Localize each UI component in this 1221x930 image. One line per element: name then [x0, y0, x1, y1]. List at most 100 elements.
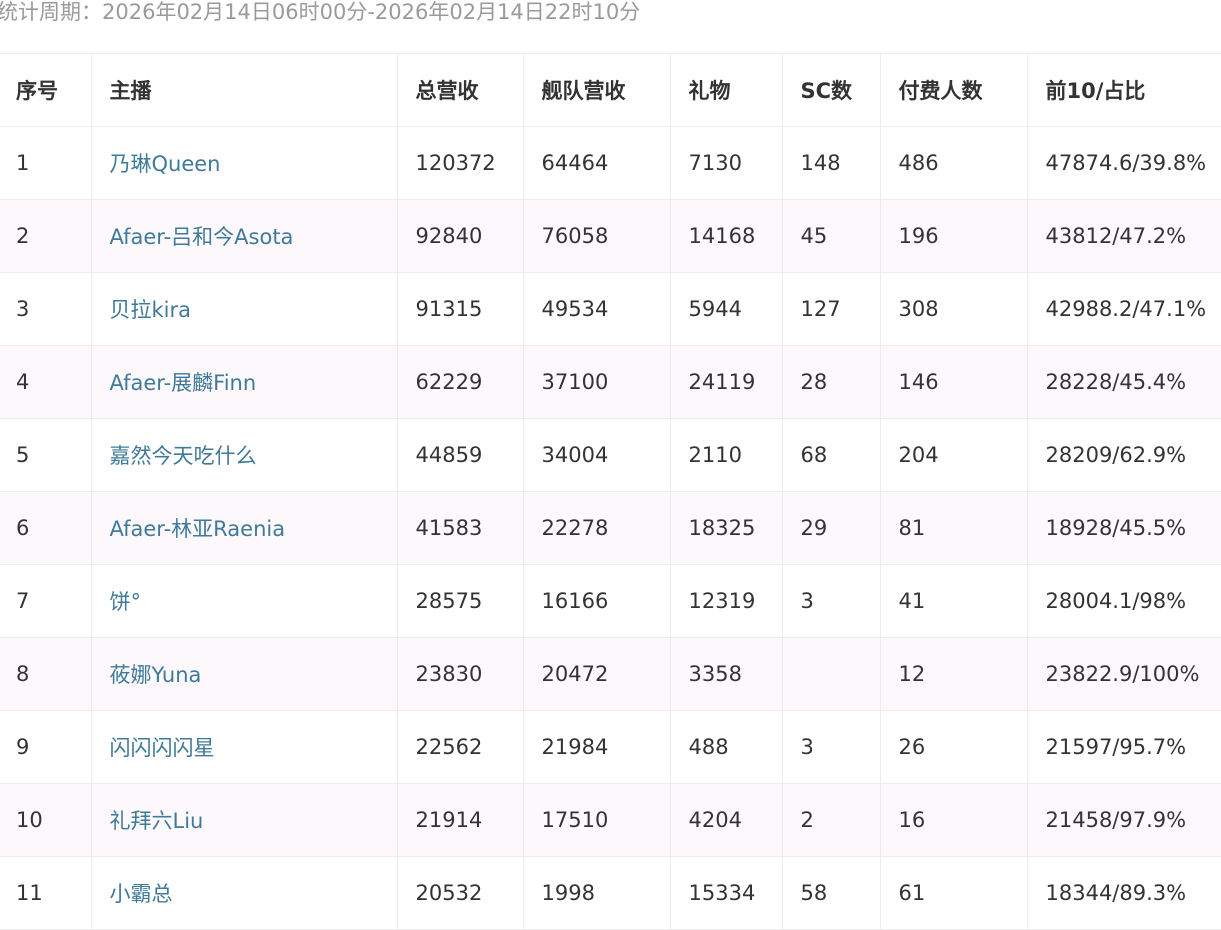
- payer-count-cell: 41: [879, 564, 1028, 638]
- total-revenue-cell: 92840: [396, 199, 524, 273]
- sc-count-cell: 3: [781, 710, 881, 784]
- fleet-revenue-cell: 49534: [522, 272, 671, 346]
- payer-count-cell: 81: [879, 491, 1028, 565]
- table-row: 10 礼拜六Liu 21914 17510 4204 2 16 21458/97…: [0, 783, 1221, 857]
- table-row: 6 Afaer-林亚Raenia 41583 22278 18325 29 81…: [0, 491, 1221, 565]
- rank-cell: 2: [0, 199, 92, 273]
- streamer-link[interactable]: 饼°: [110, 590, 142, 614]
- streamer-cell: 小霸总: [90, 856, 398, 930]
- column-header-sc-count[interactable]: SC数: [781, 53, 881, 127]
- streamer-link[interactable]: 嘉然今天吃什么: [110, 444, 257, 468]
- top10-share-cell: 21458/97.9%: [1026, 783, 1221, 857]
- rank-cell: 10: [0, 783, 92, 857]
- statistics-period: 统计周期：2026年02月14日06时00分-2026年02月14日22时10分: [0, 0, 641, 24]
- streamer-link[interactable]: Afaer-展麟Finn: [110, 371, 257, 395]
- rank-cell: 4: [0, 345, 92, 419]
- fleet-revenue-cell: 16166: [522, 564, 671, 638]
- streamer-link[interactable]: Afaer-吕和今Asota: [110, 225, 294, 249]
- streamer-cell: Afaer-林亚Raenia: [90, 491, 398, 565]
- gift-cell: 488: [669, 710, 783, 784]
- payer-count-cell: 146: [879, 345, 1028, 419]
- streamer-cell: 闪闪闪闪星: [90, 710, 398, 784]
- streamer-link[interactable]: 礼拜六Liu: [110, 809, 204, 833]
- fleet-revenue-cell: 20472: [522, 637, 671, 711]
- gift-cell: 5944: [669, 272, 783, 346]
- gift-cell: 3358: [669, 637, 783, 711]
- table-row: 9 闪闪闪闪星 22562 21984 488 3 26 21597/95.7%: [0, 710, 1221, 784]
- payer-count-cell: 61: [879, 856, 1028, 930]
- column-header-gift[interactable]: 礼物: [669, 53, 783, 127]
- top10-share-cell: 28209/62.9%: [1026, 418, 1221, 492]
- top10-share-cell: 21597/95.7%: [1026, 710, 1221, 784]
- top10-share-cell: 18928/45.5%: [1026, 491, 1221, 565]
- gift-cell: 24119: [669, 345, 783, 419]
- top10-share-cell: 23822.9/100%: [1026, 637, 1221, 711]
- fleet-revenue-cell: 22278: [522, 491, 671, 565]
- sc-count-cell: 127: [781, 272, 881, 346]
- table-row: 2 Afaer-吕和今Asota 92840 76058 14168 45 19…: [0, 199, 1221, 273]
- column-header-total-revenue[interactable]: 总营收: [396, 53, 524, 127]
- top10-share-cell: 28228/45.4%: [1026, 345, 1221, 419]
- streamer-link[interactable]: 乃琳Queen: [110, 152, 221, 176]
- column-header-streamer[interactable]: 主播: [90, 53, 398, 127]
- column-header-rank[interactable]: 序号: [0, 53, 92, 127]
- streamer-link[interactable]: 莜娜Yuna: [110, 663, 202, 687]
- total-revenue-cell: 23830: [396, 637, 524, 711]
- streamer-link[interactable]: Afaer-林亚Raenia: [110, 517, 286, 541]
- gift-cell: 4204: [669, 783, 783, 857]
- sc-count-cell: 45: [781, 199, 881, 273]
- table-header-row: 序号 主播 总营收 舰队营收 礼物 SC数 付费人数 前10/占比: [0, 53, 1221, 127]
- rank-cell: 5: [0, 418, 92, 492]
- sc-count-cell: 148: [781, 126, 881, 200]
- total-revenue-cell: 41583: [396, 491, 524, 565]
- sc-count-cell: 2: [781, 783, 881, 857]
- gift-cell: 14168: [669, 199, 783, 273]
- streamer-cell: Afaer-展麟Finn: [90, 345, 398, 419]
- streamer-cell: 乃琳Queen: [90, 126, 398, 200]
- streamer-link[interactable]: 小霸总: [110, 882, 173, 906]
- table-row: 1 乃琳Queen 120372 64464 7130 148 486 4787…: [0, 126, 1221, 200]
- streamer-cell: Afaer-吕和今Asota: [90, 199, 398, 273]
- total-revenue-cell: 120372: [396, 126, 524, 200]
- top10-share-cell: 43812/47.2%: [1026, 199, 1221, 273]
- streamer-link[interactable]: 贝拉kira: [110, 298, 192, 322]
- gift-cell: 2110: [669, 418, 783, 492]
- total-revenue-cell: 28575: [396, 564, 524, 638]
- rank-cell: 7: [0, 564, 92, 638]
- column-header-top10-share[interactable]: 前10/占比: [1026, 53, 1221, 127]
- column-header-payer-count[interactable]: 付费人数: [879, 53, 1028, 127]
- total-revenue-cell: 20532: [396, 856, 524, 930]
- top10-share-cell: 18344/89.3%: [1026, 856, 1221, 930]
- sc-count-cell: 68: [781, 418, 881, 492]
- table-row: 3 贝拉kira 91315 49534 5944 127 308 42988.…: [0, 272, 1221, 346]
- streamer-cell: 嘉然今天吃什么: [90, 418, 398, 492]
- payer-count-cell: 16: [879, 783, 1028, 857]
- payer-count-cell: 204: [879, 418, 1028, 492]
- sc-count-cell: 28: [781, 345, 881, 419]
- top10-share-cell: 47874.6/39.8%: [1026, 126, 1221, 200]
- rank-cell: 6: [0, 491, 92, 565]
- total-revenue-cell: 91315: [396, 272, 524, 346]
- table-row: 11 小霸总 20532 1998 15334 58 61 18344/89.3…: [0, 856, 1221, 930]
- fleet-revenue-cell: 17510: [522, 783, 671, 857]
- rank-cell: 11: [0, 856, 92, 930]
- fleet-revenue-cell: 21984: [522, 710, 671, 784]
- top10-share-cell: 28004.1/98%: [1026, 564, 1221, 638]
- total-revenue-cell: 62229: [396, 345, 524, 419]
- sc-count-cell: [781, 637, 881, 711]
- top10-share-cell: 42988.2/47.1%: [1026, 272, 1221, 346]
- column-header-fleet-revenue[interactable]: 舰队营收: [522, 53, 671, 127]
- fleet-revenue-cell: 64464: [522, 126, 671, 200]
- gift-cell: 18325: [669, 491, 783, 565]
- total-revenue-cell: 44859: [396, 418, 524, 492]
- streamer-cell: 莜娜Yuna: [90, 637, 398, 711]
- table-row: 5 嘉然今天吃什么 44859 34004 2110 68 204 28209/…: [0, 418, 1221, 492]
- table-row: 8 莜娜Yuna 23830 20472 3358 12 23822.9/100…: [0, 637, 1221, 711]
- rank-cell: 8: [0, 637, 92, 711]
- gift-cell: 12319: [669, 564, 783, 638]
- streamer-link[interactable]: 闪闪闪闪星: [110, 736, 215, 760]
- gift-cell: 15334: [669, 856, 783, 930]
- fleet-revenue-cell: 76058: [522, 199, 671, 273]
- fleet-revenue-cell: 37100: [522, 345, 671, 419]
- payer-count-cell: 12: [879, 637, 1028, 711]
